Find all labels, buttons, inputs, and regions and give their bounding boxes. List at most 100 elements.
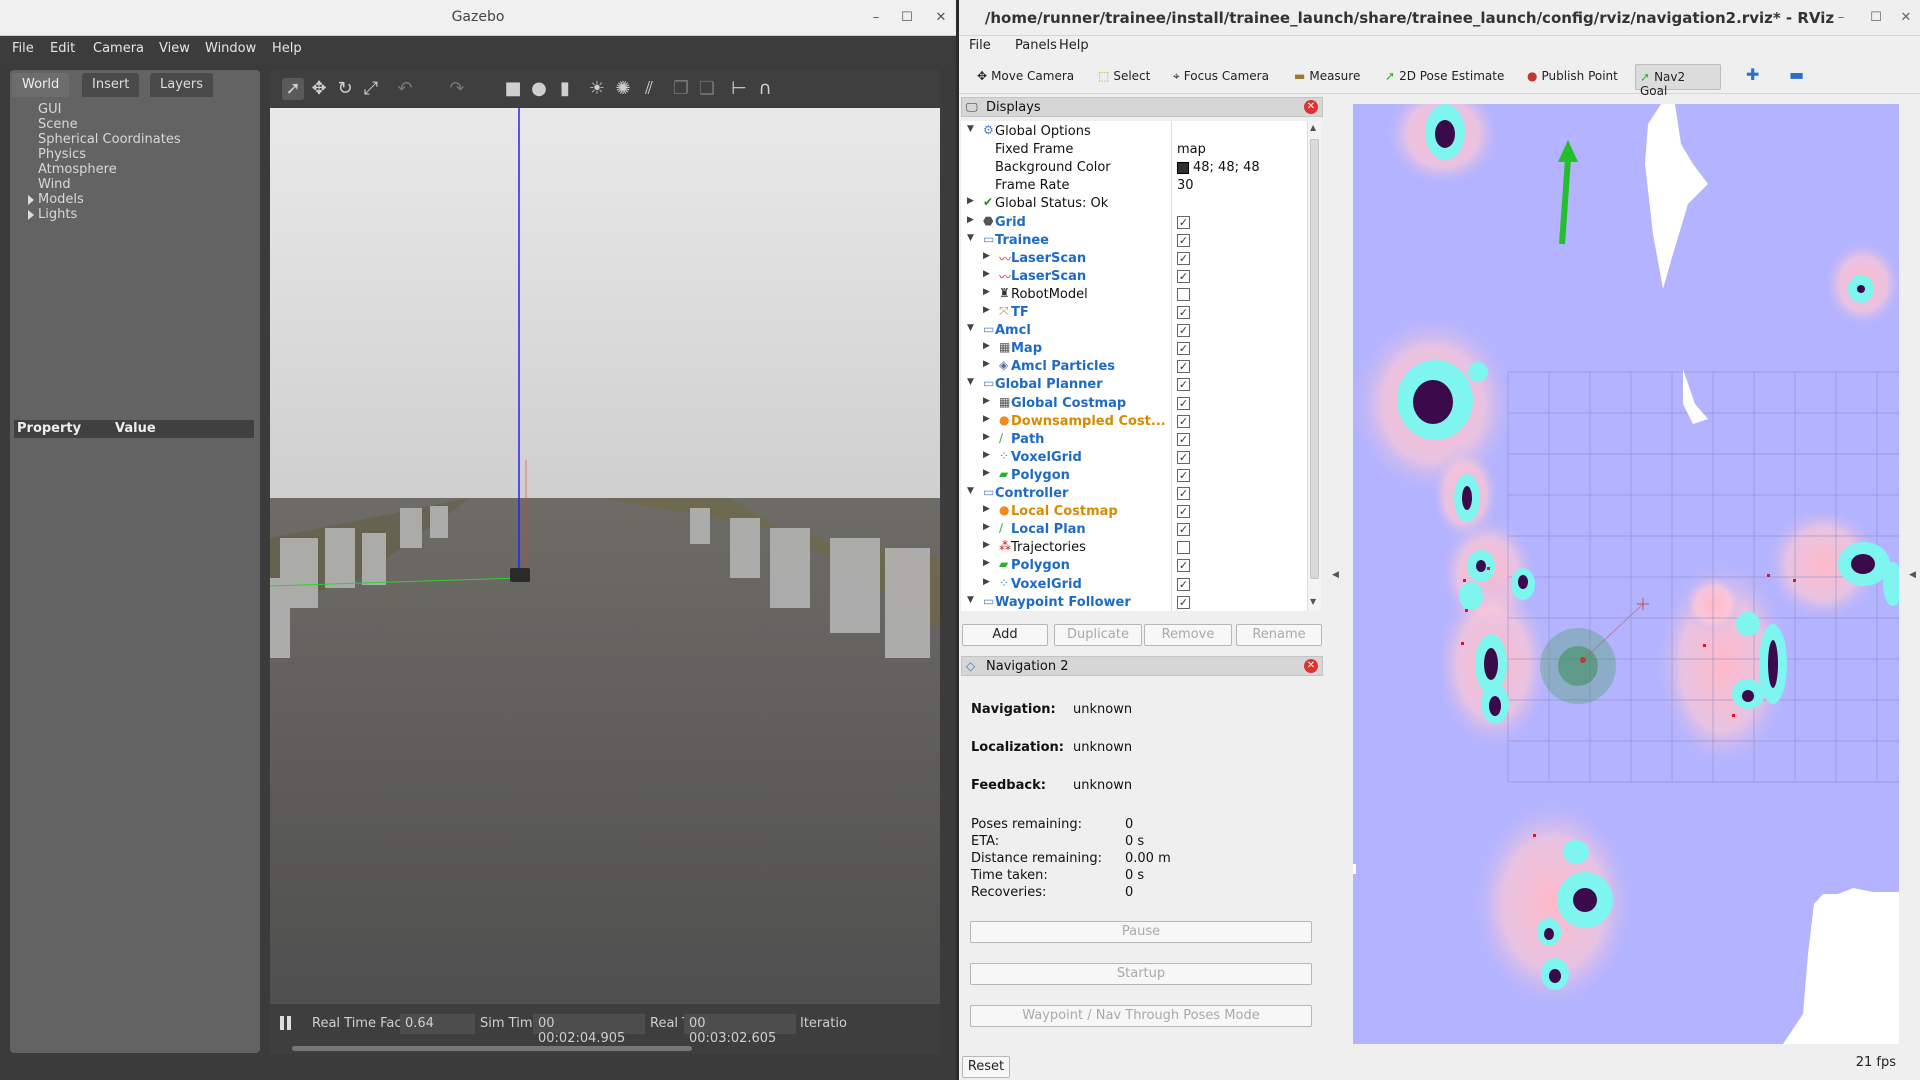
tree-item-wind[interactable]: Wind — [38, 177, 71, 192]
add-tool-plus-icon[interactable]: ✚ — [1742, 64, 1763, 90]
gazebo-viewport[interactable]: ➚ ✥ ↻ ⤢ ↶ ↷ ■ ● ▮ ☀ ✺ ⫽ ❐ ❏ ⊢ ∩ Real Tim… — [270, 70, 940, 1054]
enable-checkbox[interactable] — [1177, 541, 1190, 555]
menu-edit[interactable]: Edit — [50, 41, 75, 56]
enable-checkbox[interactable]: ✓ — [1177, 559, 1190, 573]
expand-arrow-icon[interactable]: ▶ — [983, 396, 990, 406]
display-row[interactable]: ▶ ◈ Amcl Particles ✓ — [961, 358, 1313, 376]
display-row[interactable]: ▶ ▰ Polygon ✓ — [961, 557, 1313, 575]
menu-help[interactable]: Help — [1059, 38, 1089, 53]
collapse-arrow-icon[interactable]: ▼ — [967, 233, 974, 243]
enable-checkbox[interactable]: ✓ — [1177, 251, 1190, 265]
enable-checkbox[interactable]: ✓ — [1177, 505, 1190, 519]
3d-scene[interactable] — [270, 108, 940, 1003]
enable-checkbox[interactable]: ✓ — [1177, 414, 1190, 428]
enable-checkbox[interactable]: ✓ — [1177, 306, 1190, 319]
rotate-icon[interactable]: ↻ — [334, 78, 356, 100]
vertical-scrollbar[interactable]: ▲ ▼ — [1307, 121, 1321, 611]
menu-panels[interactable]: Panels — [1015, 38, 1057, 53]
display-row[interactable]: ▶ ∕ Local Plan ✓ — [961, 521, 1313, 539]
expand-arrow-icon[interactable]: ▶ — [983, 359, 990, 369]
collapse-arrow-icon[interactable]: ▼ — [967, 124, 974, 134]
menu-window[interactable]: Window — [205, 41, 256, 56]
display-row[interactable]: ▶ ⁘ VoxelGrid ✓ — [961, 576, 1313, 594]
display-row[interactable]: ▶ ⬣ Grid ✓ — [961, 214, 1313, 232]
horizontal-scrollbar[interactable] — [292, 1046, 692, 1051]
scroll-thumb[interactable] — [1310, 139, 1319, 579]
enable-checkbox[interactable]: ✓ — [1177, 577, 1190, 591]
display-row[interactable]: ▶ ✔ Global Status: Ok — [961, 195, 1313, 213]
collapse-left-arrow-icon[interactable]: ◀ — [1332, 570, 1339, 580]
menu-view[interactable]: View — [159, 41, 190, 56]
enable-checkbox[interactable]: ✓ — [1177, 215, 1190, 229]
display-row[interactable]: ▶ ● Local Costmap ✓ — [961, 503, 1313, 521]
expand-arrow-icon[interactable]: ▶ — [967, 215, 974, 225]
display-row[interactable]: ▶ ▦ Global Costmap ✓ — [961, 395, 1313, 413]
scroll-down-icon[interactable]: ▼ — [1310, 597, 1319, 606]
display-row[interactable]: ▼ ▭ Trainee ✓ — [961, 232, 1313, 250]
expand-arrow-icon[interactable]: ▶ — [967, 196, 974, 206]
menu-file[interactable]: File — [969, 38, 991, 53]
enable-checkbox[interactable]: ✓ — [1177, 396, 1190, 410]
undo-icon[interactable]: ↶ — [394, 78, 416, 100]
enable-checkbox[interactable]: ✓ — [1177, 595, 1190, 609]
enable-checkbox[interactable]: ✓ — [1177, 487, 1190, 500]
maximize-icon[interactable]: ☐ — [897, 8, 917, 28]
expand-arrow-icon[interactable]: ▶ — [983, 450, 990, 460]
tab-world[interactable]: World — [12, 73, 70, 97]
close-panel-icon[interactable]: ✕ — [1304, 100, 1318, 114]
display-value[interactable]: map — [1177, 142, 1206, 157]
expand-arrow-icon[interactable]: ▶ — [983, 432, 990, 442]
expand-arrow-icon[interactable]: ▶ — [983, 251, 990, 261]
tree-item-lights[interactable]: Lights — [38, 207, 77, 222]
tool-select[interactable]: ⬚ Select — [1094, 64, 1154, 90]
enable-checkbox[interactable] — [1177, 287, 1190, 301]
scroll-up-icon[interactable]: ▲ — [1310, 123, 1319, 132]
display-row[interactable]: ▶ 〰 LaserScan ✓ — [961, 268, 1313, 286]
point-light-icon[interactable]: ☀ — [586, 78, 608, 100]
rename-button[interactable]: Rename — [1236, 624, 1322, 646]
cylinder-shape-icon[interactable]: ▮ — [554, 78, 576, 100]
tab-insert[interactable]: Insert — [82, 73, 140, 97]
expand-arrow-icon[interactable]: ▶ — [983, 287, 990, 297]
remove-button[interactable]: Remove — [1144, 624, 1232, 646]
tree-item-atmosphere[interactable]: Atmosphere — [38, 162, 117, 177]
scale-icon[interactable]: ⤢ — [360, 78, 382, 100]
close-panel-icon[interactable]: ✕ — [1304, 659, 1318, 673]
tab-layers[interactable]: Layers — [150, 73, 214, 97]
display-row[interactable]: ▼ ▭ Amcl ✓ — [961, 322, 1313, 340]
align-icon[interactable]: ⊢ — [728, 78, 750, 100]
display-row[interactable]: ▶ ▦ Map ✓ — [961, 340, 1313, 358]
tool-focus-camera[interactable]: ⌖ Focus Camera — [1169, 64, 1273, 90]
rviz-3d-view[interactable] — [1353, 104, 1899, 1044]
tool-move-camera[interactable]: ✥ Move Camera — [973, 64, 1078, 90]
enable-checkbox[interactable]: ✓ — [1177, 523, 1190, 537]
tree-item-scene[interactable]: Scene — [38, 117, 78, 132]
expand-arrow-icon[interactable]: ▶ — [983, 504, 990, 514]
display-row[interactable]: ▼ ▭ Global Planner ✓ — [961, 376, 1313, 394]
expand-arrow-icon[interactable]: ▶ — [983, 305, 990, 315]
directional-light-icon[interactable]: ⫽ — [638, 78, 660, 100]
tree-item-spherical-coordinates[interactable]: Spherical Coordinates — [38, 132, 181, 147]
copy-icon[interactable]: ❐ — [670, 78, 692, 100]
sphere-shape-icon[interactable]: ● — [528, 78, 550, 100]
enable-checkbox[interactable]: ✓ — [1177, 342, 1190, 356]
expand-arrow-icon[interactable] — [28, 210, 34, 220]
collapse-arrow-icon[interactable]: ▼ — [967, 595, 974, 605]
expand-arrow-icon[interactable]: ▶ — [983, 540, 990, 550]
expand-arrow-icon[interactable]: ▶ — [983, 468, 990, 478]
minimize-icon[interactable]: – — [1831, 8, 1851, 28]
expand-arrow-icon[interactable]: ▶ — [983, 577, 990, 587]
add-button[interactable]: Add — [962, 624, 1048, 646]
collapse-right-arrow-icon[interactable]: ◀ — [1909, 570, 1916, 580]
close-icon[interactable]: ✕ — [931, 8, 951, 28]
enable-checkbox[interactable]: ✓ — [1177, 324, 1190, 338]
expand-arrow-icon[interactable]: ▶ — [983, 558, 990, 568]
display-row[interactable]: ▶ ⤧ TF ✓ — [961, 304, 1313, 322]
pause-icon[interactable] — [280, 1014, 294, 1032]
tree-item-physics[interactable]: Physics — [38, 147, 86, 162]
collapse-arrow-icon[interactable]: ▼ — [967, 486, 974, 496]
startup-button[interactable]: Startup — [970, 963, 1312, 985]
enable-checkbox[interactable]: ✓ — [1177, 450, 1190, 464]
tool-nav2-goal[interactable]: ➚ Nav2 Goal — [1635, 64, 1721, 98]
display-row[interactable]: ▶ ♜ RobotModel — [961, 286, 1313, 304]
